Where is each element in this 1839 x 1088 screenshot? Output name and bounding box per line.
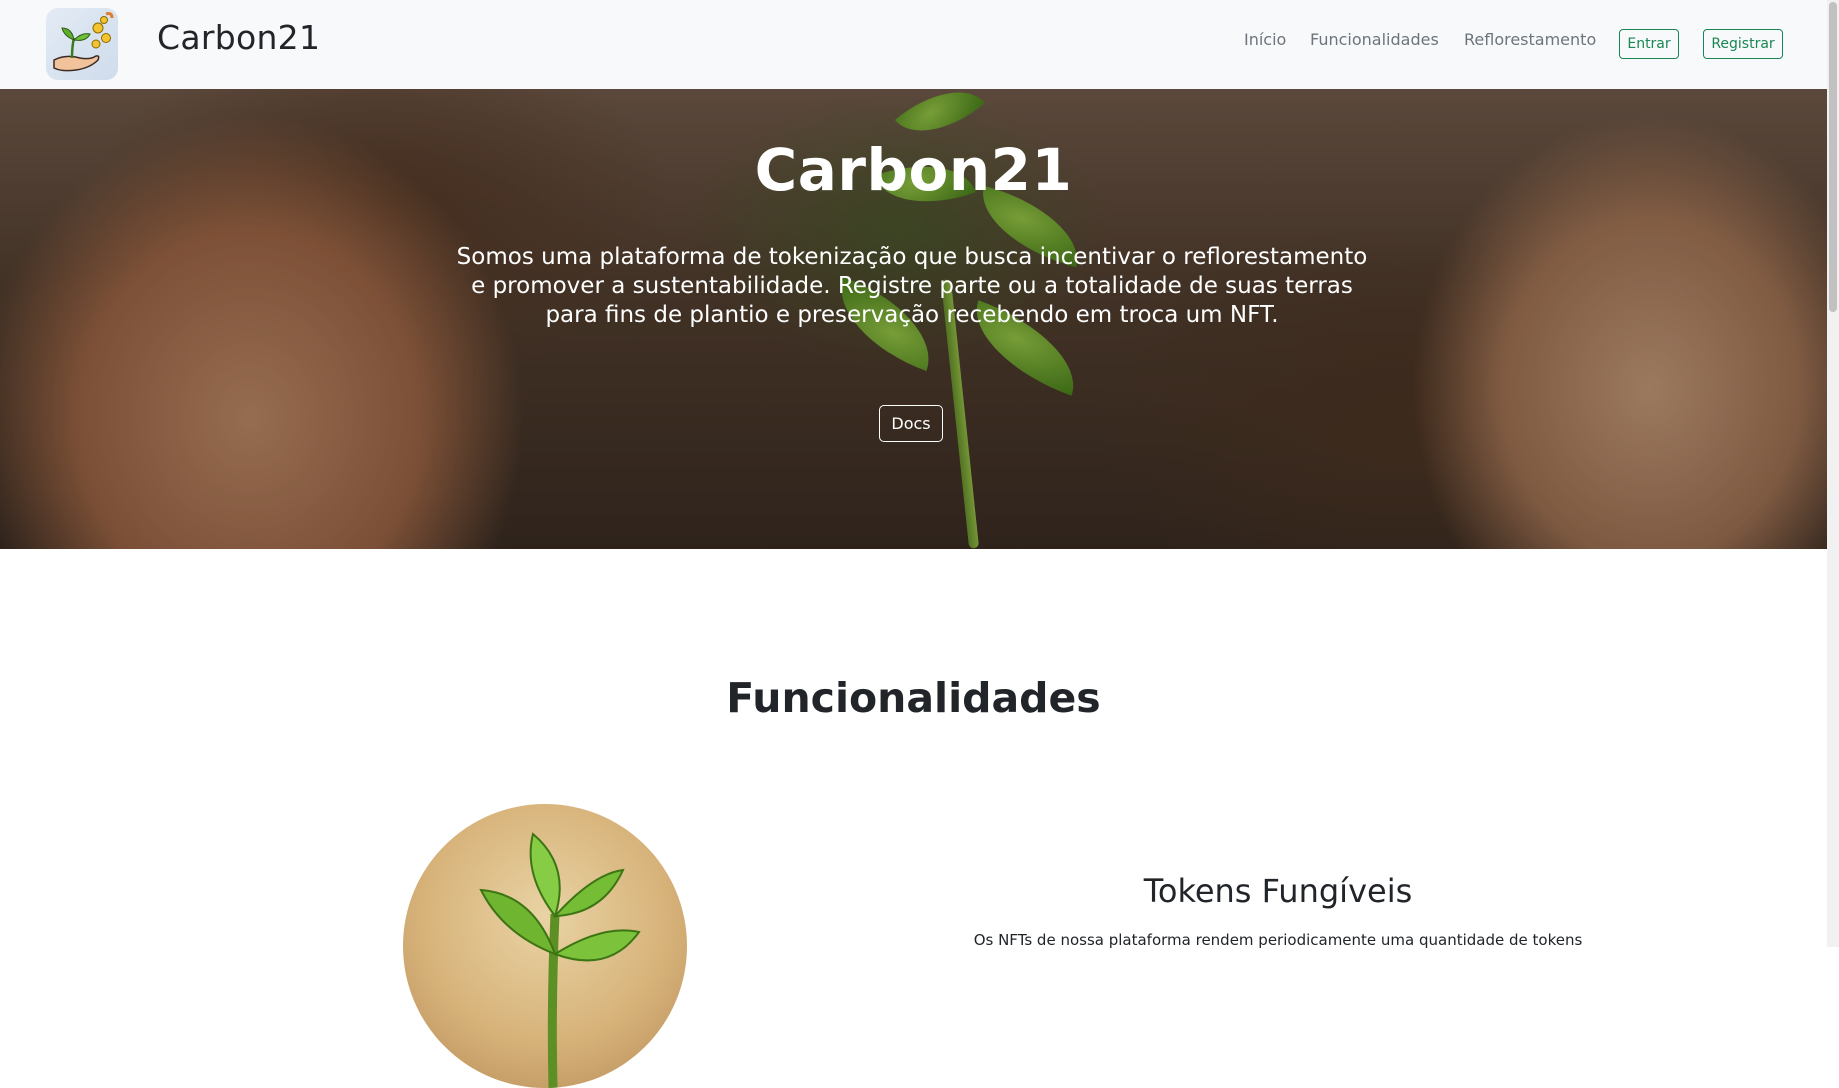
page-scrollbar[interactable] [1827,0,1839,947]
register-button[interactable]: Registrar [1703,29,1783,59]
nav-link-inicio[interactable]: Início [1244,30,1286,49]
section-title-funcionalidades: Funcionalidades [726,674,1101,722]
logo-icon[interactable] [46,8,118,80]
hero-description: Somos uma plataforma de tokenização que … [456,244,1368,328]
scrollbar-thumb[interactable] [1829,2,1837,312]
docs-button[interactable]: Docs [879,405,943,442]
feature-title: Tokens Fungíveis [1143,872,1413,910]
login-button[interactable]: Entrar [1619,29,1679,59]
hero-title: Carbon21 [754,136,1073,204]
feature-text: Os NFTs de nossa plataforma rendem perio… [973,931,1583,949]
feature-image-sprout [403,804,687,1088]
navbar: Carbon21 Início Funcionalidades Reflores… [0,0,1827,90]
brand-name[interactable]: Carbon21 [157,18,320,57]
nav-link-funcionalidades[interactable]: Funcionalidades [1310,30,1439,49]
nav-link-reflorestamento[interactable]: Reflorestamento [1464,30,1596,49]
